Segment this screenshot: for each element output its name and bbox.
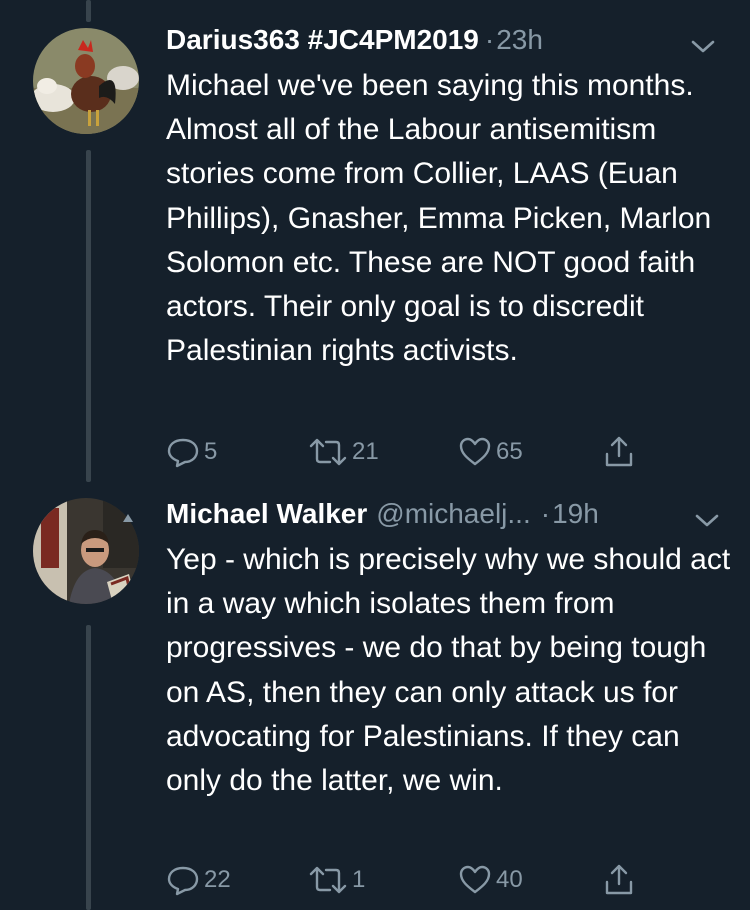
- reply-button[interactable]: 5: [166, 432, 217, 472]
- retweet-button[interactable]: 1: [308, 860, 365, 900]
- chevron-down-icon[interactable]: [694, 502, 720, 527]
- like-button[interactable]: 40: [458, 860, 523, 900]
- tweet-header: Michael Walker @michaelj... ·19h: [166, 494, 730, 534]
- share-icon: [605, 864, 633, 895]
- tweet-header: Darius363 #JC4PM2019·23h: [166, 20, 730, 60]
- author-name[interactable]: Darius363 #JC4PM2019: [166, 24, 479, 55]
- separator-dot: ·: [540, 498, 551, 529]
- tweet-text: Yep - which is precisely why we should a…: [166, 543, 731, 798]
- like-button[interactable]: 65: [458, 432, 523, 472]
- author-handle[interactable]: @michaelj...: [376, 498, 530, 529]
- tweet[interactable]: Darius363 #JC4PM2019·23h Michael we've b…: [0, 0, 750, 490]
- share-button[interactable]: [602, 860, 640, 900]
- tweet-actions: 5 21 65: [166, 432, 646, 472]
- reply-icon: [167, 438, 199, 468]
- reply-count: 5: [204, 438, 218, 465]
- retweet-icon: [309, 438, 347, 466]
- share-icon: [605, 436, 633, 467]
- retweet-icon: [309, 866, 347, 894]
- reply-count: 22: [204, 866, 231, 893]
- timestamp[interactable]: 23h: [496, 24, 543, 55]
- separator-dot: ·: [484, 24, 495, 55]
- timestamp[interactable]: 19h: [552, 498, 599, 529]
- reply-button[interactable]: 22: [166, 860, 231, 900]
- reply-icon: [167, 866, 199, 896]
- tweet-text: Michael we've been saying this months. A…: [166, 69, 712, 368]
- tweet[interactable]: Michael Walker @michaelj... ·19h Yep - whi…: [0, 490, 750, 910]
- avatar[interactable]: [33, 28, 139, 134]
- retweet-button[interactable]: 21: [308, 432, 379, 472]
- like-count: 40: [496, 866, 523, 893]
- like-icon: [459, 865, 491, 894]
- like-count: 65: [496, 438, 523, 465]
- retweet-count: 1: [352, 866, 366, 893]
- author-name[interactable]: Michael Walker: [166, 498, 367, 529]
- retweet-count: 21: [352, 438, 379, 465]
- tweet-actions: 22 1 40: [166, 860, 646, 900]
- like-icon: [459, 437, 491, 466]
- pin-icon: [123, 514, 133, 522]
- share-button[interactable]: [602, 432, 640, 472]
- chevron-down-icon[interactable]: [690, 28, 716, 53]
